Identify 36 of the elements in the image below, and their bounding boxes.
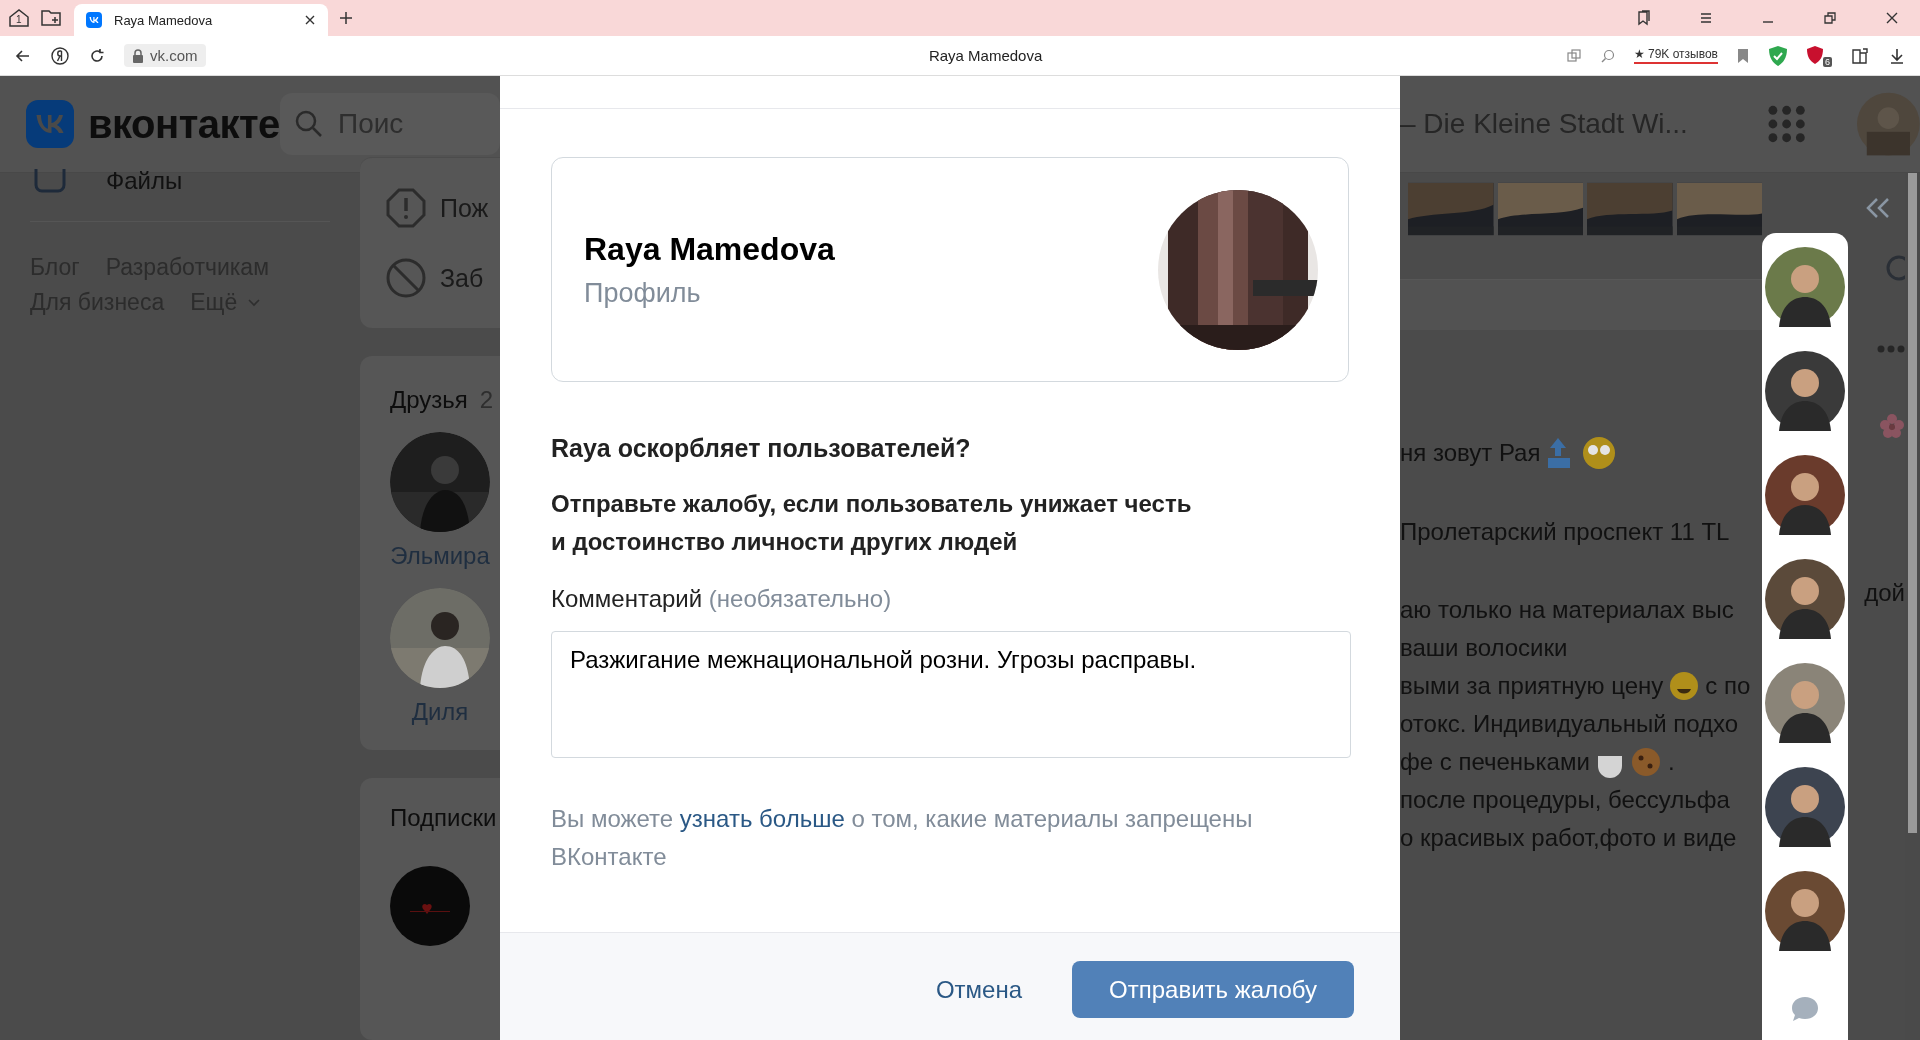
post-text: аю только на материалах выс <box>1400 596 1734 624</box>
optional-hint: (необязательно) <box>708 585 892 612</box>
comment-label: Комментарий <box>551 585 703 612</box>
help-text: Вы можете узнать больше о том, какие материалы запрещены ВКонтакте <box>551 804 1254 872</box>
post-text: с по <box>1705 672 1751 700</box>
post-text: Пролетарский проспект 11 TL <box>1400 518 1730 546</box>
post-text: . <box>1667 748 1675 776</box>
description-text: Отправьте жалобу, если пользователь унижает честь и достоинство личности других людей <box>551 489 1193 557</box>
address-field[interactable]: vk.com <box>124 44 206 67</box>
post-text: после процедуры, бессульфа <box>1400 786 1730 814</box>
section-title: Друзья <box>390 386 468 414</box>
profile-action[interactable]: Пож <box>440 193 489 223</box>
learn-more-link[interactable]: узнать больше <box>679 805 845 832</box>
tab-title: Raya Mamedova <box>114 12 213 28</box>
post-text: о красивых работ,фото и виде <box>1400 824 1737 852</box>
post-text: ня зовут Рая <box>1400 439 1541 467</box>
post-text: дой <box>1864 579 1905 607</box>
tab-count: 1 <box>16 14 22 25</box>
post-text: отокс. Индивидуальный подхо <box>1400 710 1739 738</box>
submit-button[interactable]: Отправить жалобу <box>1072 961 1354 1018</box>
question-heading: Raya оскорбляет пользователей? <box>551 434 972 463</box>
home-icon[interactable]: 1 <box>8 8 30 28</box>
post-text: выми за приятную цену <box>1400 672 1664 700</box>
profile-action[interactable]: Заб <box>440 263 484 293</box>
page-title: Raya Mamedova <box>927 47 1044 64</box>
profile-label: Профиль <box>584 277 702 309</box>
browser-tab[interactable]: Raya Mamedova <box>74 4 328 36</box>
section-title: Подписки <box>390 804 497 832</box>
cancel-button[interactable]: Отмена <box>915 961 1042 1018</box>
profile-name: Raya Mamedova <box>584 230 835 268</box>
sidebar-item[interactable]: Файлы <box>106 167 183 195</box>
post-text: фе с печеньками <box>1400 748 1590 776</box>
vk-logo[interactable]: вконтакте <box>26 100 280 148</box>
comment-field[interactable]: Разжигание межнациональной розни. Угрозы расправы. <box>551 631 1351 758</box>
post-text: ваши волосики <box>1400 634 1568 662</box>
reviews-link[interactable]: ★ 79K отзывов <box>1633 47 1718 64</box>
